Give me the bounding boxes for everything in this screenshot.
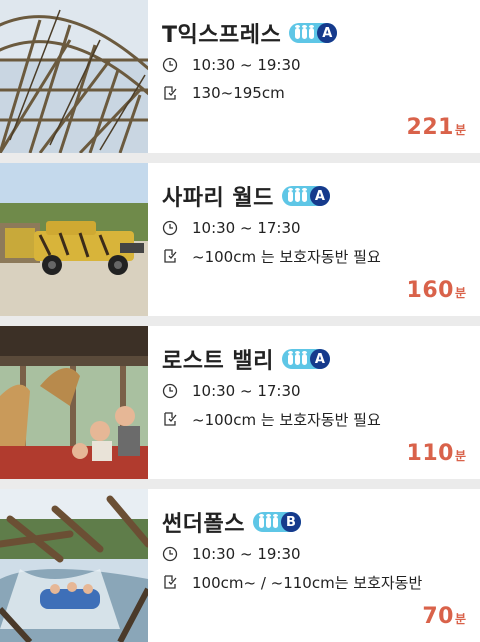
ride-grade: A — [309, 349, 330, 369]
ride-rating-badge: A — [289, 23, 338, 43]
wait-time-value: 70 — [422, 604, 454, 629]
ride-thumbnail-thunder-falls — [0, 489, 148, 642]
wait-time: 110 분 — [407, 441, 466, 466]
wait-time-value: 221 — [406, 115, 454, 140]
height-requirement: ~100cm 는 보호자동반 필요 — [162, 409, 381, 429]
clock-icon — [162, 546, 178, 562]
wait-time: 221 분 — [407, 115, 466, 140]
operating-hours-text: 10:30 ~ 17:30 — [192, 219, 301, 237]
operating-hours-text: 10:30 ~ 19:30 — [192, 56, 301, 74]
clock-icon — [162, 220, 178, 236]
ride-card[interactable]: T익스프레스 A 10:30 ~ 19:30 130~195cm 221 분 — [0, 0, 480, 153]
ride-grade: B — [280, 512, 301, 532]
wait-time-unit: 분 — [454, 612, 466, 626]
people-icon — [295, 24, 315, 39]
height-check-icon — [162, 85, 178, 101]
height-requirement: 130~195cm — [162, 83, 285, 103]
operating-hours: 10:30 ~ 17:30 — [162, 381, 301, 401]
ride-name: 썬더폴스 — [162, 512, 245, 537]
ride-grade: A — [317, 23, 338, 43]
ride-thumbnail-roller-coaster — [0, 0, 148, 153]
ride-list: T익스프레스 A 10:30 ~ 19:30 130~195cm 221 분 사… — [0, 0, 480, 642]
height-requirement: 100cm~ / ~110cm는 보호자동반 — [162, 572, 422, 592]
clock-icon — [162, 57, 178, 73]
ride-name: 사파리 월드 — [162, 186, 274, 211]
operating-hours: 10:30 ~ 19:30 — [162, 55, 301, 75]
height-check-icon — [162, 248, 178, 264]
wait-time: 160 분 — [407, 278, 466, 303]
wait-time-unit: 분 — [454, 286, 466, 300]
ride-card[interactable]: 로스트 밸리 A 10:30 ~ 17:30 ~100cm 는 보호자동반 필요… — [0, 326, 480, 479]
wait-time-unit: 분 — [454, 123, 466, 137]
wait-time-value: 160 — [406, 278, 454, 303]
height-check-icon — [162, 411, 178, 427]
operating-hours-text: 10:30 ~ 17:30 — [192, 382, 301, 400]
operating-hours-text: 10:30 ~ 19:30 — [192, 545, 301, 563]
ride-rating-badge: B — [252, 512, 301, 532]
wait-time-value: 110 — [406, 441, 454, 466]
ride-card[interactable]: 사파리 월드 A 10:30 ~ 17:30 ~100cm 는 보호자동반 필요… — [0, 163, 480, 316]
height-requirement-text: 100cm~ / ~110cm는 보호자동반 — [192, 573, 423, 592]
height-requirement-text: ~100cm 는 보호자동반 필요 — [192, 410, 381, 429]
operating-hours: 10:30 ~ 19:30 — [162, 544, 301, 564]
height-requirement-text: ~100cm 는 보호자동반 필요 — [192, 247, 381, 266]
height-requirement-text: 130~195cm — [192, 84, 285, 102]
operating-hours: 10:30 ~ 17:30 — [162, 218, 301, 238]
people-icon — [287, 350, 307, 365]
ride-name: T익스프레스 — [162, 23, 282, 48]
ride-thumbnail-lost-valley — [0, 326, 148, 479]
ride-card[interactable]: 썬더폴스 B 10:30 ~ 19:30 100cm~ / ~110cm는 보호… — [0, 489, 480, 642]
wait-time: 70 분 — [422, 604, 466, 629]
ride-name: 로스트 밸리 — [162, 349, 274, 374]
height-check-icon — [162, 574, 178, 590]
ride-rating-badge: A — [281, 186, 330, 206]
height-requirement: ~100cm 는 보호자동반 필요 — [162, 246, 381, 266]
ride-thumbnail-safari — [0, 163, 148, 316]
ride-grade: A — [309, 186, 330, 206]
ride-rating-badge: A — [281, 349, 330, 369]
wait-time-unit: 분 — [454, 449, 466, 463]
people-icon — [258, 513, 278, 528]
clock-icon — [162, 383, 178, 399]
people-icon — [287, 187, 307, 202]
